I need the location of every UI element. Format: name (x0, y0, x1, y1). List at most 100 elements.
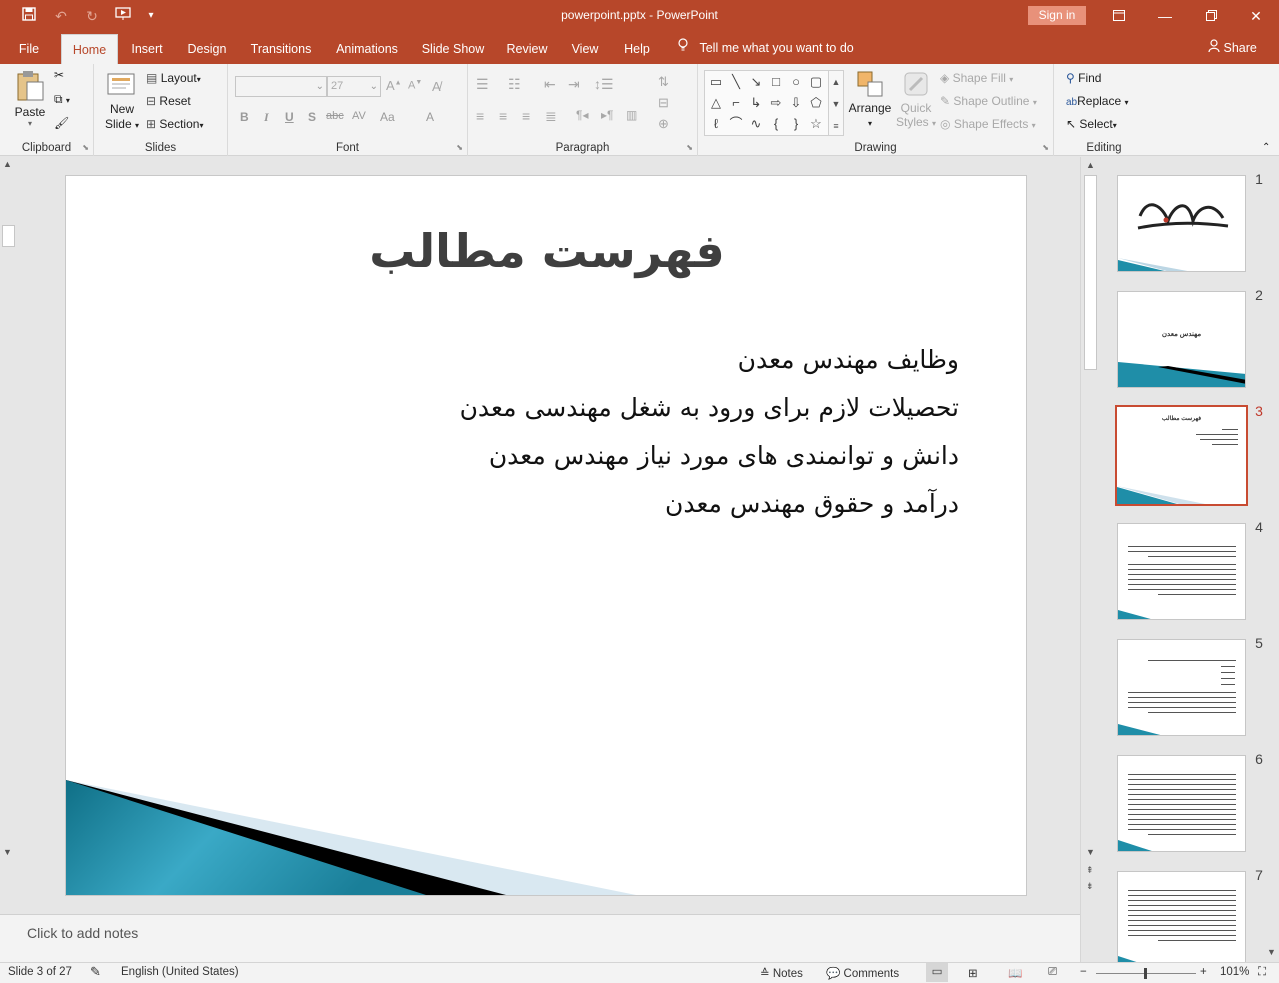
text-direction-icon[interactable]: ⇅ (658, 74, 669, 90)
grow-font-icon[interactable]: A▲ (386, 78, 402, 93)
reading-view-icon[interactable]: 📖 (1008, 966, 1022, 980)
notes-toggle-button[interactable]: ≙ Notes (760, 966, 803, 980)
text-shadow-button[interactable]: S (308, 110, 316, 124)
shape-outline-button[interactable]: ✎ Shape Outline ▾ (940, 94, 1037, 108)
spell-check-icon[interactable]: ✎ (90, 964, 101, 980)
align-left-icon[interactable]: ≡ (476, 108, 484, 124)
slide-body-text[interactable]: وظایف مهندس معدن تحصیلات لازم برای ورود … (259, 336, 959, 528)
tab-transitions[interactable]: Transitions (244, 32, 318, 64)
notes-pane[interactable]: Click to add notes (0, 914, 1080, 962)
select-button[interactable]: ↖ Select▾ (1066, 117, 1117, 131)
columns-icon[interactable]: ▥ (626, 108, 637, 122)
change-case-button[interactable]: Aa (380, 110, 395, 124)
slide-thumbnail-selected[interactable]: 3 فهرست مطالب (1099, 403, 1279, 506)
character-spacing-button[interactable]: AV (352, 110, 366, 122)
slide-thumbnail[interactable]: 6 (1099, 751, 1279, 852)
down-arrow-shape-icon[interactable]: ⇩ (787, 94, 805, 112)
tab-animations[interactable]: Animations (328, 32, 406, 64)
elbow-connector-shape-icon[interactable]: ⌐ (727, 94, 745, 112)
curve-shape-icon[interactable]: ∿ (747, 115, 765, 133)
minimize-icon[interactable]: — (1142, 0, 1188, 32)
share-button[interactable]: Share (1208, 32, 1257, 64)
rounded-rectangle-shape-icon[interactable]: ▢ (807, 73, 825, 91)
normal-view-icon[interactable]: ▭ (926, 963, 948, 982)
language-indicator[interactable]: English (United States) (121, 966, 239, 978)
tab-home[interactable]: Home (61, 34, 118, 64)
triangle-shape-icon[interactable]: △ (707, 94, 725, 112)
tab-file[interactable]: File (8, 32, 50, 64)
sign-in-button[interactable]: Sign in (1028, 6, 1086, 25)
scroll-up-icon[interactable]: ▲ (3, 159, 12, 169)
font-name-combo[interactable]: ⌄ (235, 76, 327, 97)
numbering-icon[interactable]: ☷ (508, 76, 521, 93)
shape-effects-button[interactable]: ◎ Shape Effects ▾ (940, 117, 1036, 131)
oval-shape-icon[interactable]: ○ (787, 73, 805, 91)
shapes-gallery-scroll[interactable]: ▲ ▼ ≡ (828, 70, 844, 136)
scroll-up-icon[interactable]: ▲ (1086, 160, 1095, 170)
shapes-gallery[interactable]: ▭ ╲ ↘ □ ○ ▢ △ ⌐ ↳ ⇨ ⇩ ⬠ ℓ ⌒ ∿ { } ☆ (704, 70, 830, 136)
format-painter-icon[interactable]: 🖌 (54, 116, 69, 130)
slide-thumbnail[interactable]: 1 (1099, 171, 1279, 272)
arrange-button[interactable]: Arrange ▾ (848, 70, 892, 131)
scroll-down-icon[interactable]: ▼ (1086, 847, 1095, 857)
collapse-ribbon-icon[interactable]: ⌃ (1262, 142, 1270, 153)
arrow-shape-icon[interactable]: ↘ (747, 73, 765, 91)
thumbnails-scroll-down-icon[interactable]: ▼ (1267, 947, 1276, 957)
zoom-slider-thumb[interactable] (1144, 968, 1147, 979)
right-brace-shape-icon[interactable]: } (787, 115, 805, 133)
left-to-right-icon[interactable]: ▸¶ (601, 108, 613, 122)
tab-insert[interactable]: Insert (124, 32, 170, 64)
fit-slide-icon[interactable]: ⛶ (1258, 966, 1266, 979)
clear-formatting-icon[interactable]: A̸ (432, 79, 441, 94)
font-size-combo[interactable]: 27 ⌄ (327, 76, 381, 97)
scroll-thumb[interactable] (1084, 175, 1097, 370)
text-box-shape-icon[interactable]: ▭ (707, 73, 725, 91)
previous-slide-icon[interactable]: ⇞ (1086, 865, 1094, 876)
decrease-indent-icon[interactable]: ⇤ (544, 76, 556, 93)
right-to-left-icon[interactable]: ¶◂ (576, 108, 588, 122)
underline-button[interactable]: U (285, 110, 294, 124)
scroll-thumb[interactable] (2, 225, 15, 247)
shape-fill-button[interactable]: ◈ Shape Fill ▾ (940, 71, 1013, 85)
slide-thumbnail[interactable]: 4 (1099, 519, 1279, 620)
zoom-out-icon[interactable]: − (1080, 966, 1087, 978)
section-button[interactable]: ⊞ Section▾ (146, 117, 203, 131)
align-text-icon[interactable]: ⊟ (658, 95, 669, 111)
smartart-icon[interactable]: ⊕ (658, 116, 669, 132)
slide-thumbnail[interactable]: 2 مهندس معدن (1099, 287, 1279, 388)
drawing-launcher-icon[interactable]: ⬊ (1042, 143, 1049, 152)
slide-vertical-scrollbar[interactable]: ▲ ▼ ⇞ ⇟ (1080, 157, 1099, 962)
arc-shape-icon[interactable]: ⌒ (727, 115, 745, 133)
canvas-vertical-ruler-scroll[interactable]: ▲ ▼ (0, 157, 17, 862)
align-center-icon[interactable]: ≡ (499, 108, 507, 124)
strikethrough-button[interactable]: abc (326, 110, 344, 122)
slide-thumbnail[interactable]: 5 (1099, 635, 1279, 736)
tab-design[interactable]: Design (180, 32, 234, 64)
bullets-icon[interactable]: ☰ (476, 76, 489, 93)
ribbon-display-options-icon[interactable] (1096, 0, 1142, 32)
line-shape-icon[interactable]: ╲ (727, 73, 745, 91)
scroll-down-icon[interactable]: ▼ (3, 847, 12, 857)
tab-help[interactable]: Help (616, 32, 658, 64)
next-slide-icon[interactable]: ⇟ (1086, 881, 1094, 892)
slide-show-view-icon[interactable]: ⎚ (1048, 966, 1057, 979)
increase-indent-icon[interactable]: ⇥ (568, 76, 580, 93)
tell-me-search[interactable]: Tell me what you want to do (678, 32, 854, 64)
align-right-icon[interactable]: ≡ (522, 108, 530, 124)
zoom-slider[interactable] (1096, 968, 1196, 979)
slide-sorter-view-icon[interactable]: ⊞ (968, 966, 978, 980)
left-brace-shape-icon[interactable]: { (767, 115, 785, 133)
shrink-font-icon[interactable]: A▼ (408, 79, 422, 92)
justify-icon[interactable]: ≣ (545, 108, 557, 125)
quick-styles-button[interactable]: Quick Styles ▾ (896, 70, 936, 131)
close-icon[interactable]: ✕ (1233, 0, 1279, 32)
font-color-button[interactable]: A (426, 110, 434, 124)
line-spacing-icon[interactable]: ↕☰ (594, 76, 614, 93)
callout-shape-icon[interactable]: ⬠ (807, 94, 825, 112)
zoom-in-icon[interactable]: + (1200, 966, 1207, 978)
layout-button[interactable]: ▤ Layout▾ (146, 71, 201, 85)
replace-button[interactable]: abReplace ▾ (1066, 94, 1129, 108)
reset-button[interactable]: ⊟ Reset (146, 94, 191, 108)
restore-icon[interactable] (1188, 0, 1234, 32)
right-arrow-shape-icon[interactable]: ⇨ (767, 94, 785, 112)
